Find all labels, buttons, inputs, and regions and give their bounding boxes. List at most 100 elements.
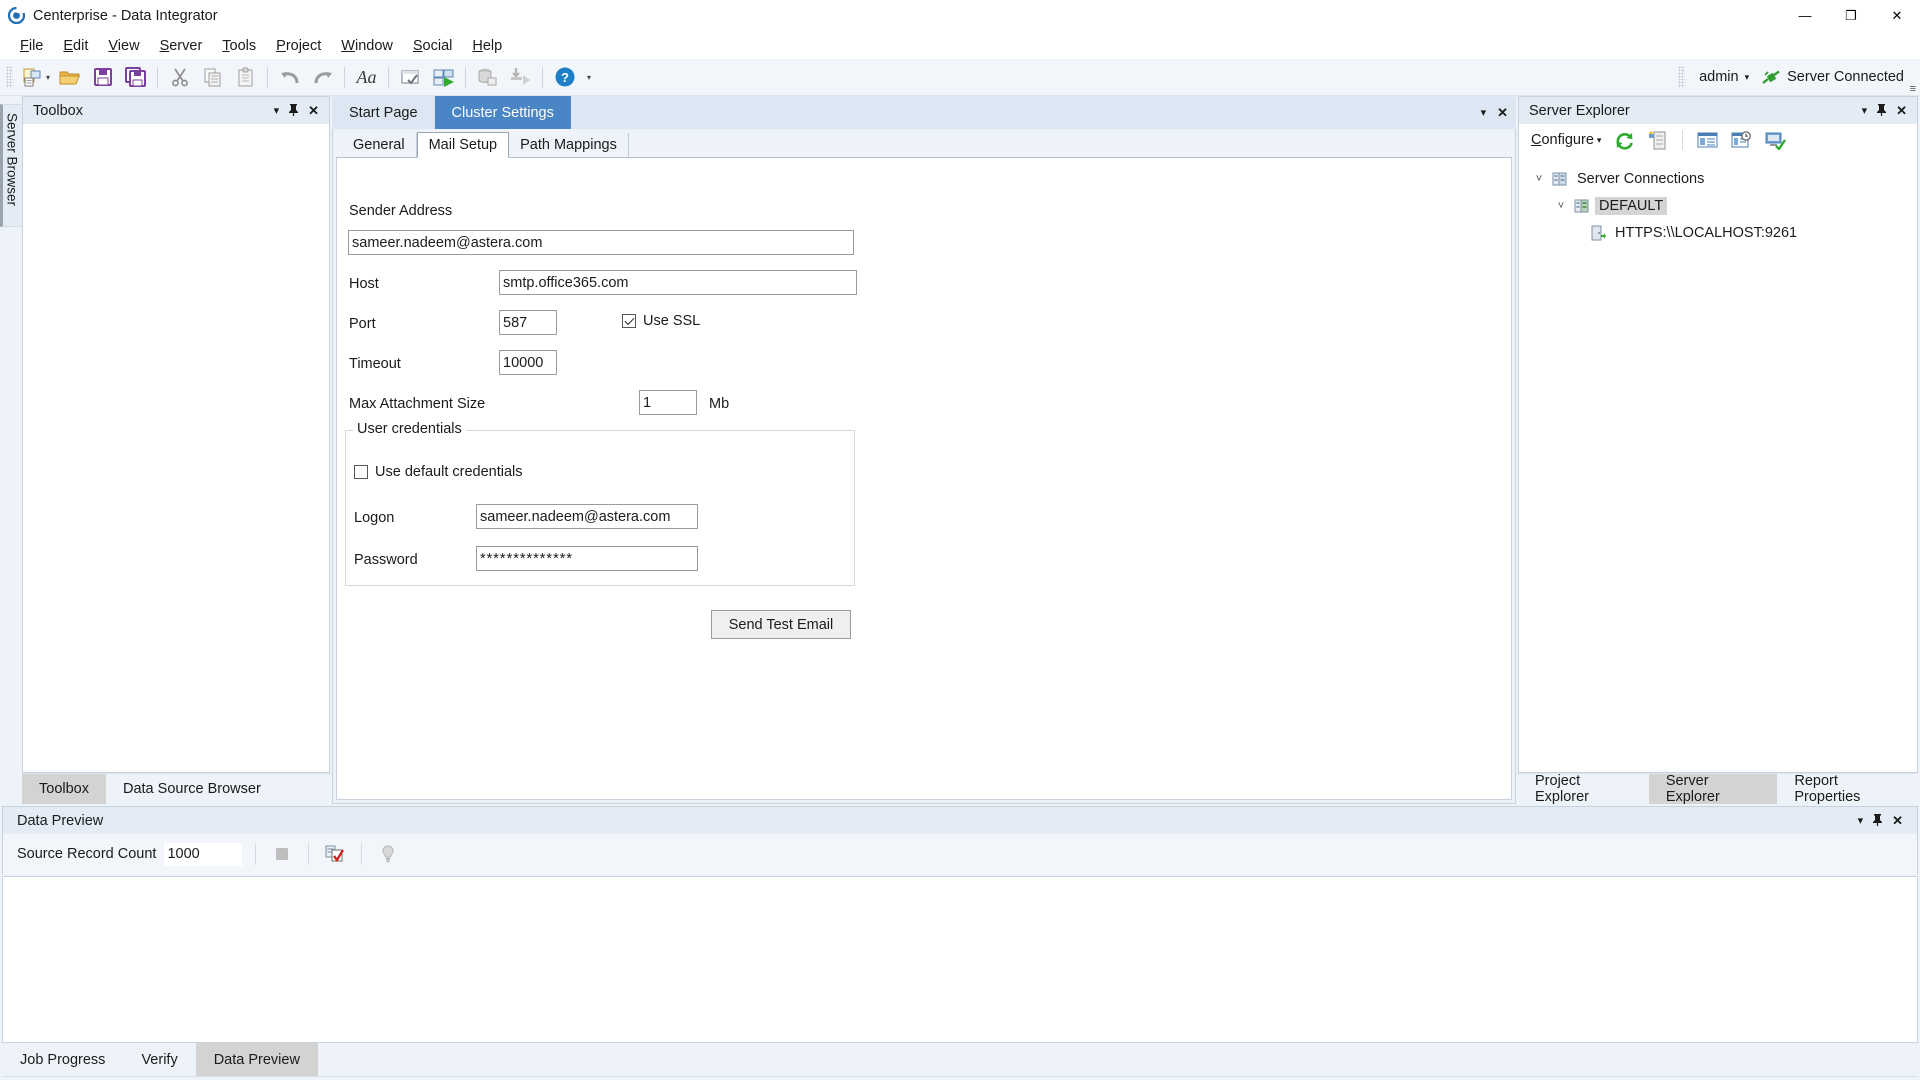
tab-report-properties[interactable]: Report Properties <box>1777 774 1918 804</box>
toolbar-overflow-icon[interactable]: ≡ <box>1910 86 1916 93</box>
use-default-credentials-checkbox-box[interactable] <box>354 465 368 479</box>
user-label[interactable]: admin <box>1699 69 1739 85</box>
window-title: Centerprise - Data Integrator <box>33 8 218 24</box>
tab-data-source-browser[interactable]: Data Source Browser <box>106 774 278 804</box>
toolbox-title: Toolbox <box>33 103 83 119</box>
max-attachment-size-input[interactable] <box>639 390 697 415</box>
toolbar-more-caret-icon[interactable]: ▾ <box>587 73 591 82</box>
chevron-down-icon[interactable]: ˅ <box>1553 200 1569 212</box>
tree-node-localhost[interactable]: HTTPS:\\LOCALHOST:9261 <box>1527 219 1917 246</box>
se-close-icon[interactable]: ✕ <box>1896 103 1907 119</box>
document-tab-strip: Start Page Cluster Settings ▾ ✕ <box>332 96 1516 129</box>
server-connections-tree: ˅ Server <box>1519 157 1917 246</box>
add-server-icon[interactable] <box>1644 127 1672 153</box>
menu-edit[interactable]: Edit <box>53 35 98 57</box>
redo-icon[interactable] <box>307 62 338 93</box>
sender-address-input[interactable] <box>348 230 854 255</box>
menu-tools[interactable]: Tools <box>212 35 266 57</box>
se-chevron-down-icon[interactable]: ▾ <box>1862 104 1868 117</box>
tab-verify[interactable]: Verify <box>123 1043 195 1076</box>
verify-icon[interactable] <box>395 62 426 93</box>
paste-icon[interactable] <box>230 62 261 93</box>
menu-view[interactable]: View <box>98 35 149 57</box>
copy-icon[interactable] <box>197 62 228 93</box>
verify-preview-icon[interactable] <box>322 841 348 867</box>
cluster-settings-tabs: General Mail Setup Path Mappings <box>336 132 1512 158</box>
cut-icon[interactable] <box>164 62 195 93</box>
refresh-icon[interactable] <box>1610 127 1638 153</box>
tree-node-server-connections[interactable]: ˅ Server <box>1527 165 1917 192</box>
toolbox-dock-tabs: Toolbox Data Source Browser <box>22 773 330 804</box>
title-bar: Centerprise - Data Integrator — ❐ ✕ <box>0 0 1920 32</box>
tab-data-preview[interactable]: Data Preview <box>196 1043 318 1076</box>
server-status-label: Server Connected <box>1787 69 1904 85</box>
se-pin-icon[interactable] <box>1876 103 1887 119</box>
menu-file[interactable]: File <box>10 35 53 57</box>
toolbar-grip[interactable] <box>6 66 13 88</box>
document-chevron-down-icon[interactable]: ▾ <box>1481 106 1487 119</box>
port-input[interactable] <box>499 310 557 335</box>
tree-node-default[interactable]: ˅ DEFAUL <box>1527 192 1917 219</box>
font-icon[interactable]: Aa <box>351 62 382 93</box>
dp-close-icon[interactable]: ✕ <box>1892 813 1903 829</box>
new-icon[interactable] <box>17 62 48 93</box>
source-record-count-input[interactable] <box>164 843 242 866</box>
tab-start-page[interactable]: Start Page <box>332 96 435 129</box>
password-input[interactable] <box>476 546 698 571</box>
database-icon[interactable] <box>472 62 503 93</box>
undo-icon[interactable] <box>274 62 305 93</box>
dp-chevron-down-icon[interactable]: ▾ <box>1858 814 1864 827</box>
timeout-input[interactable] <box>499 350 557 375</box>
use-ssl-checkbox[interactable]: Use SSL <box>622 313 700 329</box>
document-close-icon[interactable]: ✕ <box>1497 105 1508 121</box>
host-input[interactable] <box>499 270 857 295</box>
chevron-down-icon[interactable]: ˅ <box>1531 173 1547 185</box>
monitor-icon[interactable] <box>1761 127 1789 153</box>
minimize-button[interactable]: — <box>1782 0 1828 32</box>
send-test-email-button[interactable]: Send Test Email <box>711 610 851 639</box>
data-preview-grid[interactable] <box>2 876 1918 1043</box>
close-button[interactable]: ✕ <box>1874 0 1920 32</box>
menu-project[interactable]: Project <box>266 35 331 57</box>
use-ssl-checkbox-box[interactable] <box>622 314 636 328</box>
maximize-button[interactable]: ❐ <box>1828 0 1874 32</box>
tab-path-mappings[interactable]: Path Mappings <box>509 133 629 157</box>
stop-icon[interactable] <box>269 841 295 867</box>
tab-general[interactable]: General <box>342 133 417 157</box>
new-dropdown-caret-icon[interactable]: ▾ <box>46 73 50 82</box>
use-default-credentials-checkbox[interactable]: Use default credentials <box>354 464 523 480</box>
sidebar-item-server-browser[interactable]: Server Browser <box>0 104 23 227</box>
help-icon[interactable]: ? <box>549 62 580 93</box>
chevron-down-icon[interactable]: ▾ <box>274 104 280 117</box>
save-all-icon[interactable] <box>120 62 151 93</box>
save-icon[interactable] <box>87 62 118 93</box>
tip-icon[interactable] <box>375 841 401 867</box>
menu-window[interactable]: Window <box>331 35 403 57</box>
run-icon[interactable] <box>428 62 459 93</box>
tab-job-progress[interactable]: Job Progress <box>2 1043 123 1076</box>
scheduler-icon[interactable] <box>1727 127 1755 153</box>
tab-toolbox[interactable]: Toolbox <box>22 774 106 804</box>
configure-button[interactable]: Configure ▾ <box>1528 130 1604 150</box>
timeout-label: Timeout <box>349 356 401 372</box>
menu-help[interactable]: Help <box>462 35 512 57</box>
menu-social[interactable]: Social <box>403 35 463 57</box>
server-properties-icon[interactable] <box>1693 127 1721 153</box>
open-folder-icon[interactable] <box>54 62 85 93</box>
tab-server-explorer[interactable]: Server Explorer <box>1649 774 1778 804</box>
logon-label: Logon <box>354 510 394 526</box>
status-grip[interactable] <box>1678 66 1685 88</box>
toolbox-header: Toolbox ▾ ✕ <box>23 97 329 124</box>
close-icon[interactable]: ✕ <box>308 103 319 119</box>
logon-input[interactable] <box>476 504 698 529</box>
dp-pin-icon[interactable] <box>1872 813 1883 829</box>
pin-icon[interactable] <box>288 103 299 119</box>
tab-cluster-settings[interactable]: Cluster Settings <box>435 96 571 129</box>
main-toolbar: ▾ <box>0 59 1920 96</box>
menu-server-label: S <box>160 38 170 54</box>
deploy-icon[interactable] <box>505 62 536 93</box>
user-dropdown-caret-icon[interactable]: ▾ <box>1745 72 1750 83</box>
tab-project-explorer[interactable]: Project Explorer <box>1518 774 1649 804</box>
menu-server[interactable]: Server <box>150 35 213 57</box>
tab-mail-setup[interactable]: Mail Setup <box>417 132 510 158</box>
